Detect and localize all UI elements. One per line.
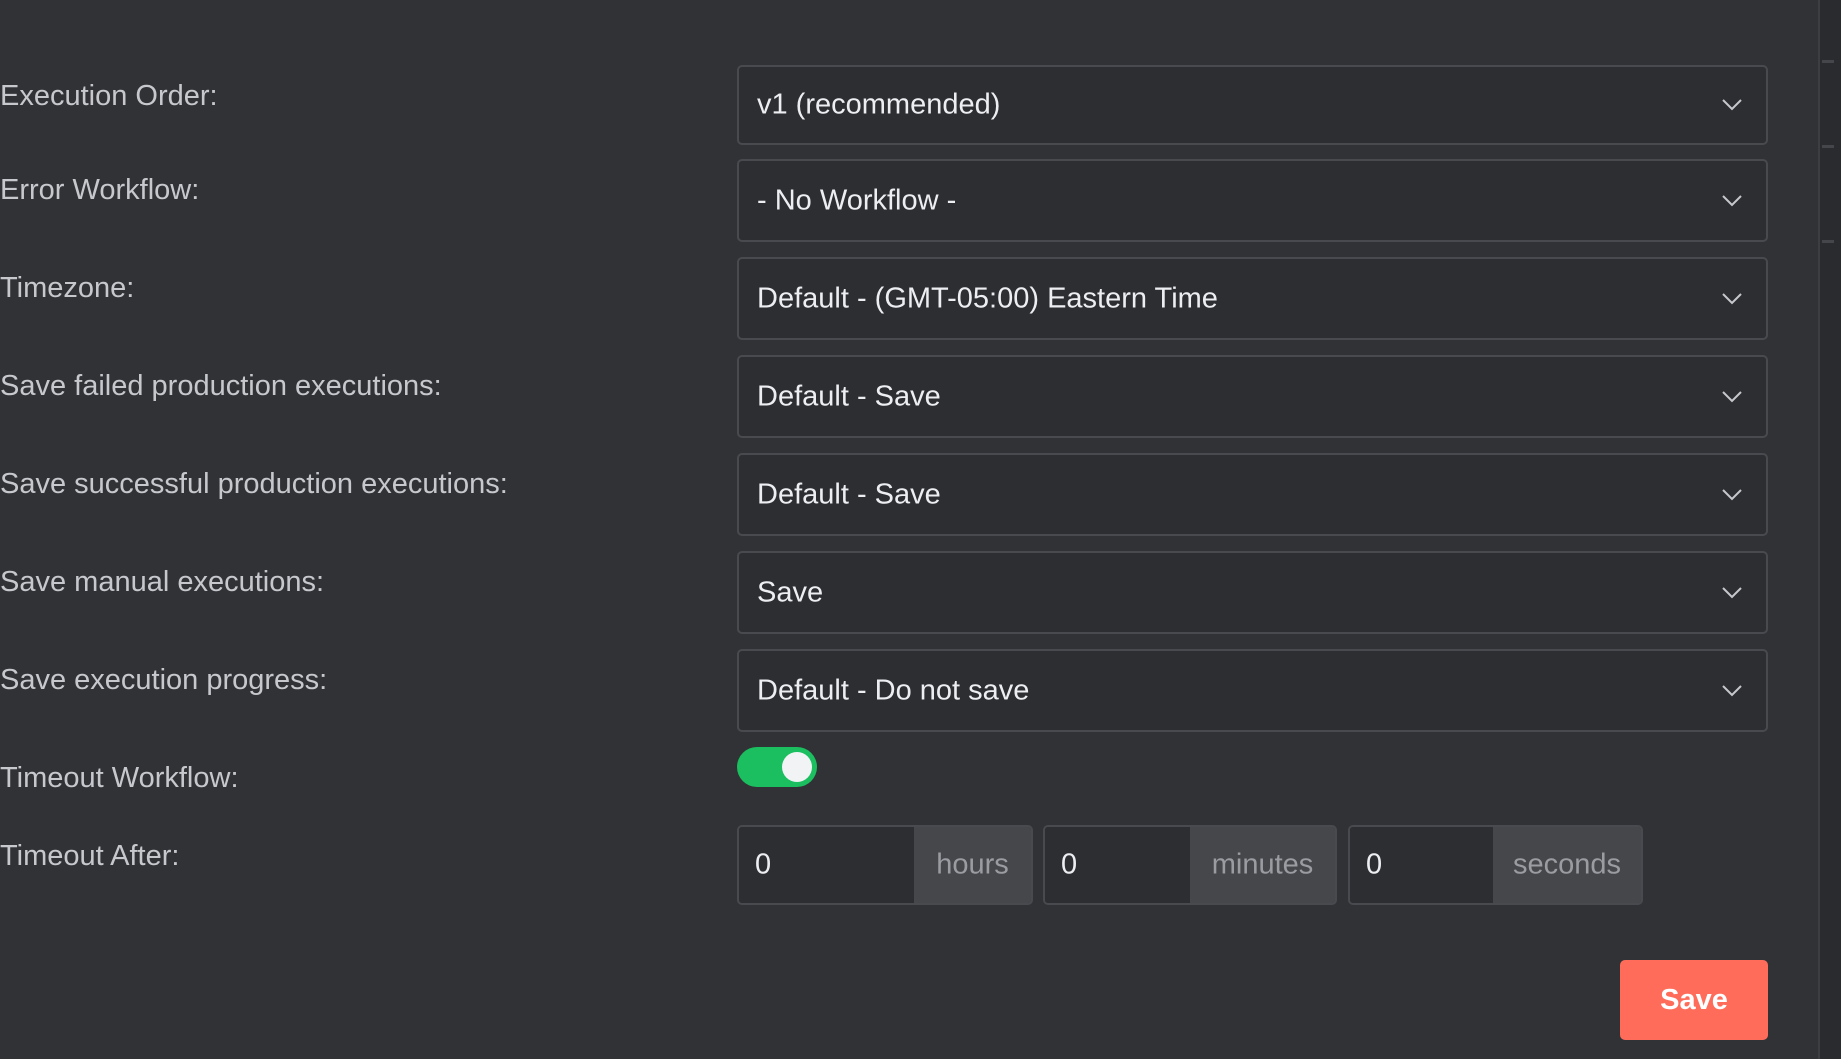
minutes-unit-label: minutes: [1211, 848, 1314, 881]
timeout-seconds-group: 0 seconds: [1348, 825, 1643, 905]
save-failed-executions-value: Default - Save: [757, 380, 941, 412]
dialog-title-cutoff: [0, 0, 1800, 8]
chevron-down-icon: [1722, 586, 1742, 598]
save-execution-progress-label: Save execution progress:: [0, 664, 328, 696]
seconds-unit-label: seconds: [1512, 848, 1622, 881]
save-button[interactable]: Save: [1620, 960, 1768, 1040]
chevron-down-icon: [1722, 488, 1742, 500]
execution-order-label: Execution Order:: [0, 80, 218, 112]
timeout-minutes-input[interactable]: 0: [1045, 827, 1190, 903]
hours-unit-label: hours: [936, 848, 1009, 881]
timeout-seconds-unit: seconds: [1493, 827, 1641, 903]
timeout-after-label: Timeout After:: [0, 840, 180, 872]
execution-order-select[interactable]: v1 (recommended): [737, 65, 1768, 145]
save-execution-progress-select[interactable]: Default - Do not save: [737, 649, 1768, 732]
scrollbar-tick: [1822, 240, 1834, 243]
timeout-hours-input[interactable]: 0: [739, 827, 914, 903]
timezone-value: Default - (GMT-05:00) Eastern Time: [757, 282, 1218, 314]
chevron-down-icon: [1722, 684, 1742, 696]
toggle-knob: [782, 752, 812, 782]
workflow-settings-panel: Execution Order: v1 (recommended) Error …: [0, 0, 1818, 1059]
timeout-hours-group: 0 hours: [737, 825, 1033, 905]
scrollbar[interactable]: [1818, 0, 1841, 1059]
scrollbar-tick: [1822, 60, 1834, 63]
timeout-workflow-toggle[interactable]: [737, 747, 817, 787]
save-successful-executions-value: Default - Save: [757, 478, 941, 510]
save-execution-progress-value: Default - Do not save: [757, 674, 1030, 706]
timeout-hours-unit: hours: [914, 827, 1031, 903]
timeout-minutes-group: 0 minutes: [1043, 825, 1337, 905]
execution-order-value: v1 (recommended): [757, 88, 1001, 121]
error-workflow-label: Error Workflow:: [0, 174, 200, 206]
timezone-label: Timezone:: [0, 272, 135, 304]
save-successful-executions-label: Save successful production executions:: [0, 468, 508, 500]
timeout-workflow-label: Timeout Workflow:: [0, 762, 239, 794]
chevron-down-icon: [1722, 99, 1742, 111]
save-manual-executions-select[interactable]: Save: [737, 551, 1768, 634]
timezone-select[interactable]: Default - (GMT-05:00) Eastern Time: [737, 257, 1768, 340]
chevron-down-icon: [1722, 390, 1742, 402]
timeout-minutes-unit: minutes: [1190, 827, 1335, 903]
timeout-seconds-input[interactable]: 0: [1350, 827, 1493, 903]
save-manual-executions-label: Save manual executions:: [0, 566, 325, 598]
timeout-minutes-value: 0: [1061, 848, 1078, 881]
chevron-down-icon: [1722, 292, 1742, 304]
error-workflow-value: - No Workflow -: [757, 184, 957, 216]
save-failed-executions-label: Save failed production executions:: [0, 370, 442, 402]
error-workflow-select[interactable]: - No Workflow -: [737, 159, 1768, 242]
scrollbar-tick: [1822, 145, 1834, 148]
save-manual-executions-value: Save: [757, 576, 824, 608]
save-failed-executions-select[interactable]: Default - Save: [737, 355, 1768, 438]
timeout-seconds-value: 0: [1366, 848, 1383, 881]
timeout-hours-value: 0: [755, 848, 772, 881]
chevron-down-icon: [1722, 194, 1742, 206]
save-successful-executions-select[interactable]: Default - Save: [737, 453, 1768, 536]
